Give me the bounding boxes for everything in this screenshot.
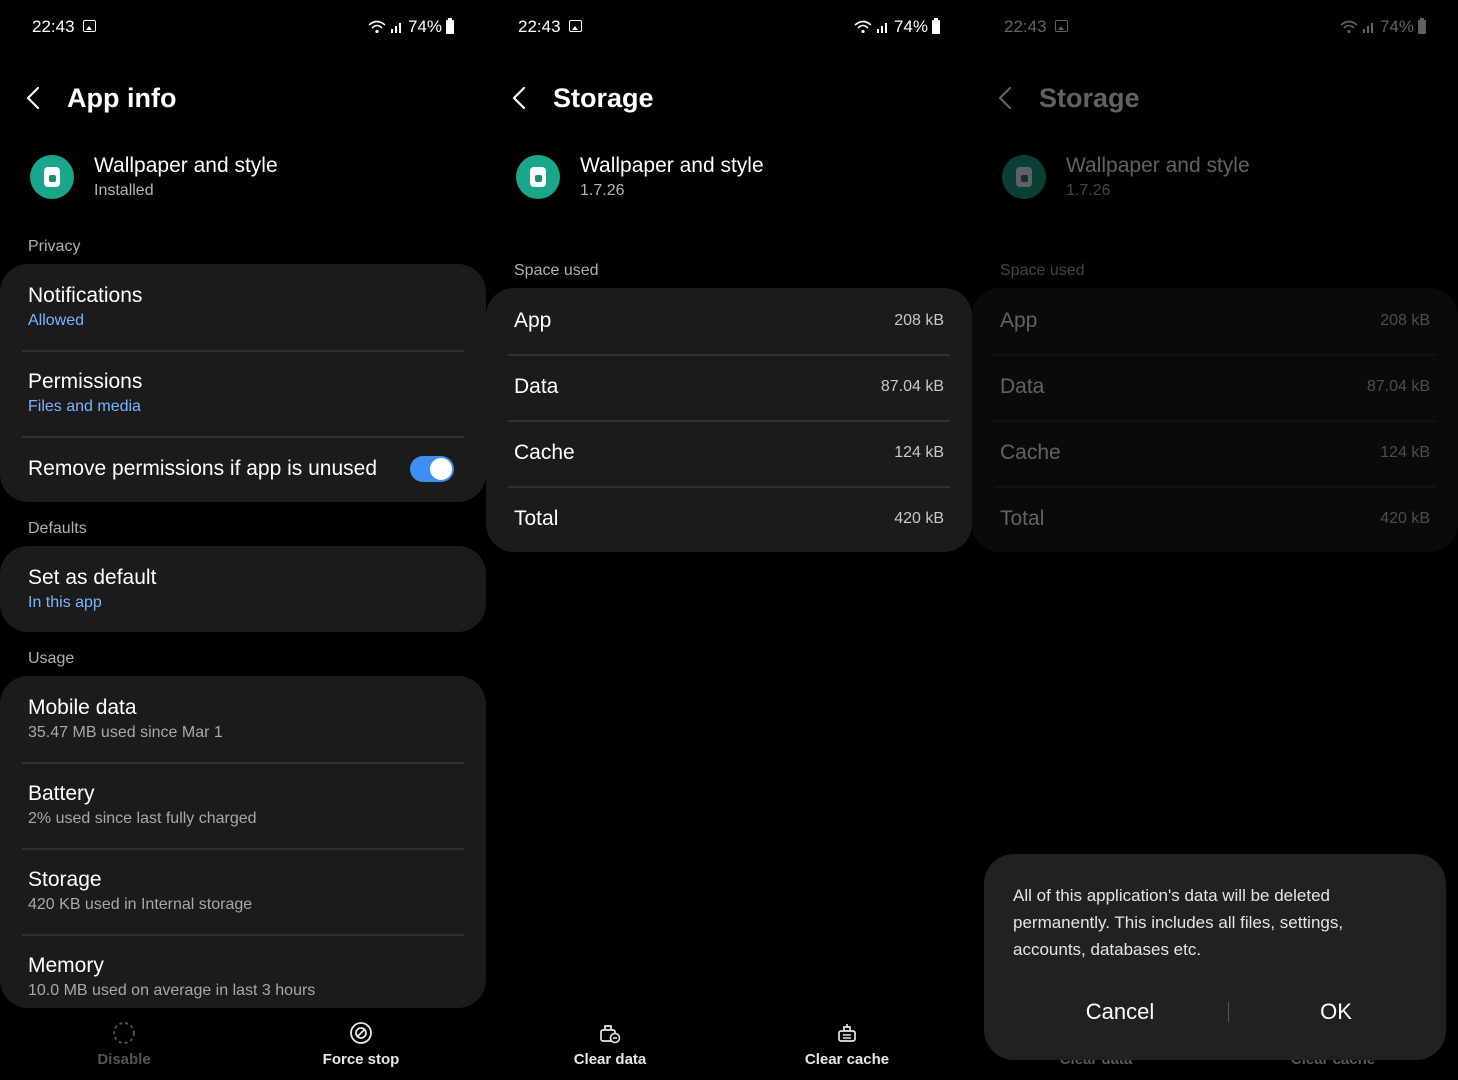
battery-icon [446,18,454,34]
gallery-notification-icon [83,20,96,32]
section-defaults: Defaults [28,520,87,537]
disable-button[interactable]: Disable [34,1021,214,1068]
storage-detail: 420 KB used in Internal storage [28,896,253,913]
divider [22,934,464,936]
clear-data-icon [600,1025,621,1044]
storage-item[interactable]: Storage 420 KB used in Internal storage [28,868,458,914]
storage-row-cache: Cache 124 kB [514,420,944,486]
dialog-button-separator [1228,1002,1229,1022]
battery-icon [932,18,940,34]
remove-permissions-toggle[interactable] [410,456,454,482]
storage-row-value: 420 kB [894,510,944,527]
notifications-status: Allowed [28,312,85,329]
storage-row-value: 87.04 kB [880,378,944,395]
app-name: Wallpaper and style [94,154,278,177]
permissions-detail: Files and media [28,398,141,415]
storage-row-app: App 208 kB [514,288,944,354]
status-time: 22:43 [518,17,561,36]
clear-cache-icon [838,1024,856,1042]
section-space-used: Space used [514,262,599,279]
disable-icon [113,1022,135,1044]
divider [22,848,464,850]
status-time: 22:43 [32,17,75,36]
chevron-left-icon [26,86,40,110]
cancel-button[interactable]: Cancel [1020,994,1220,1030]
battery-percent: 74% [893,17,928,36]
battery-title: Battery [28,782,95,805]
wallpaper-app-icon [30,155,74,199]
page-title: Storage [553,82,654,113]
wifi-icon [368,20,386,34]
memory-title: Memory [28,954,104,977]
force-stop-label: Force stop [322,1051,400,1068]
storage-row-value: 124 kB [894,444,944,461]
dialog-message: All of this application's data will be d… [1013,886,1344,959]
divider [22,762,464,764]
status-bar: 22:43 74% [518,14,940,42]
permissions-item[interactable]: Permissions Files and media [28,370,458,416]
space-used-card: App 208 kB Data 87.04 kB Cache 124 kB To… [486,288,972,552]
disable-label: Disable [97,1051,151,1068]
wallpaper-app-icon [516,155,560,199]
screenshot-triptych: 22:43 74% App info Wallpaper and style I… [0,0,1458,1080]
app-header: Wallpaper and style 1.7.26 [516,154,764,200]
storage-row-label: App [514,309,552,332]
battery-item[interactable]: Battery 2% used since last fully charged [28,782,458,828]
app-header: Wallpaper and style Installed [30,154,278,200]
section-usage: Usage [28,650,75,667]
clear-cache-label: Clear cache [804,1051,890,1068]
privacy-card: Notifications Allowed Permissions Files … [0,264,486,502]
force-stop-icon [350,1022,372,1044]
battery-percent: 74% [407,17,442,36]
wifi-icon [854,20,872,34]
storage-title: Storage [28,868,102,891]
defaults-card: Set as default In this app [0,546,486,632]
app-status: Installed [94,182,154,199]
app-version: 1.7.26 [580,182,625,199]
set-as-default-item[interactable]: Set as default In this app [28,566,458,612]
set-as-default-detail: In this app [28,594,102,611]
chevron-left-icon [512,86,526,110]
storage-screen: 22:43 74% Storage Wallpaper and style 1.… [486,0,972,1080]
remove-permissions-item[interactable]: Remove permissions if app is unused [28,446,486,492]
status-bar: 22:43 74% [32,14,454,42]
clear-data-dialog: All of this application's data will be d… [984,854,1446,1060]
app-info-screen: 22:43 74% App info Wallpaper and style I… [0,0,486,1080]
back-button[interactable] [26,78,50,118]
notifications-title: Notifications [28,284,143,307]
storage-screen-with-dialog: 22:43 74% Storage Wallpaper and style 1.… [972,0,1458,1080]
divider [22,350,464,352]
gallery-notification-icon [569,20,582,32]
set-as-default-title: Set as default [28,566,157,589]
back-button[interactable] [512,78,536,118]
memory-detail: 10.0 MB used on average in last 3 hours [28,982,316,999]
usage-card: Mobile data 35.47 MB used since Mar 1 Ba… [0,676,486,1008]
section-privacy: Privacy [28,238,81,255]
page-title: App info [67,82,177,113]
storage-row-value: 208 kB [894,312,944,329]
force-stop-button[interactable]: Force stop [271,1021,451,1068]
storage-row-label: Data [514,375,559,398]
permissions-title: Permissions [28,370,143,393]
app-name: Wallpaper and style [580,154,764,177]
storage-row-data: Data 87.04 kB [514,354,944,420]
ok-button[interactable]: OK [1236,994,1436,1030]
mobile-data-detail: 35.47 MB used since Mar 1 [28,724,223,741]
signal-icon [876,23,887,33]
storage-row-total: Total 420 kB [514,486,944,552]
app-bar: App info [26,78,176,118]
memory-item[interactable]: Memory 10.0 MB used on average in last 3… [28,954,458,1000]
storage-row-label: Cache [514,441,575,464]
notifications-item[interactable]: Notifications Allowed [28,284,458,330]
divider [22,436,464,438]
clear-cache-button[interactable]: Clear cache [757,1021,937,1068]
mobile-data-title: Mobile data [28,696,137,719]
clear-data-label: Clear data [573,1051,647,1068]
mobile-data-item[interactable]: Mobile data 35.47 MB used since Mar 1 [28,696,458,742]
storage-row-label: Total [514,507,559,530]
app-bar: Storage [512,78,654,118]
signal-icon [390,23,401,33]
clear-data-button[interactable]: Clear data [520,1021,700,1068]
battery-detail: 2% used since last fully charged [28,810,257,827]
